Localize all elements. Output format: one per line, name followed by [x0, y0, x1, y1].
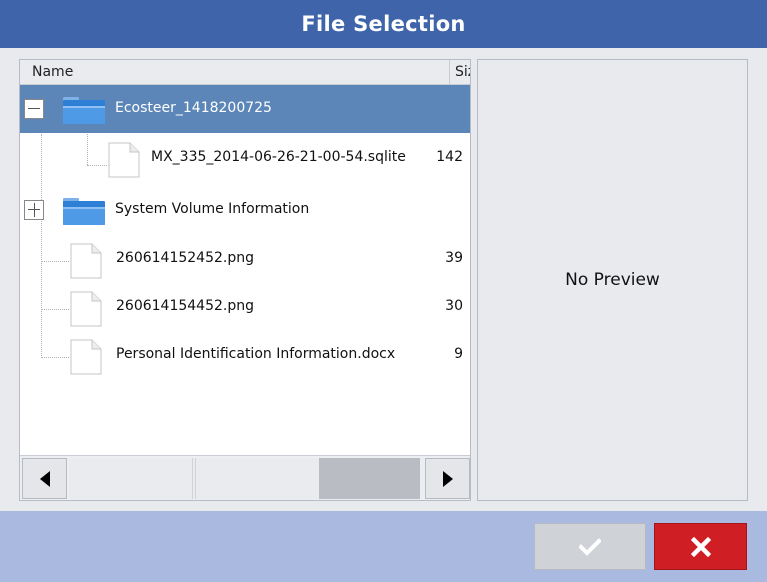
cancel-button[interactable] — [654, 523, 747, 570]
scrollbar-thumb[interactable] — [319, 458, 420, 499]
scrollbar-track[interactable] — [69, 458, 420, 499]
scroll-right-button[interactable] — [425, 458, 470, 499]
file-size: 30 — [445, 298, 463, 314]
file-size: 142 — [436, 149, 463, 165]
file-name: Personal Identification Information.docx — [116, 346, 396, 362]
file-name: 260614154452.png — [116, 298, 254, 314]
column-name-header[interactable]: Name — [32, 64, 73, 80]
tree-row-file[interactable]: Personal Identification Information.docx… — [20, 333, 470, 381]
scrollbar-grip-line — [195, 458, 196, 499]
title-bar: File Selection — [0, 0, 767, 48]
column-header: Name Size — [20, 60, 470, 85]
window-title: File Selection — [301, 12, 466, 36]
scrollbar-grip-line — [192, 458, 193, 499]
tree-row-file[interactable]: 260614152452.png 39 — [20, 237, 470, 285]
file-icon — [108, 142, 140, 178]
file-icon — [70, 339, 102, 375]
tree-row-folder[interactable]: Ecosteer_1418200725 — [20, 85, 470, 133]
expand-icon[interactable] — [24, 200, 44, 220]
horizontal-scrollbar[interactable] — [20, 455, 470, 500]
file-icon — [70, 243, 102, 279]
ok-button[interactable] — [534, 523, 646, 570]
tree-row-file[interactable]: MX_335_2014-06-26-21-00-54.sqlite 142 — [20, 134, 470, 182]
file-name: MX_335_2014-06-26-21-00-54.sqlite — [151, 149, 406, 165]
preview-pane: No Preview — [477, 59, 748, 501]
scroll-left-button[interactable] — [22, 458, 67, 499]
folder-name: Ecosteer_1418200725 — [115, 100, 272, 116]
tree-row-file[interactable]: 260614154452.png 30 — [20, 285, 470, 333]
arrow-left-icon — [40, 471, 50, 487]
arrow-right-icon — [443, 471, 453, 487]
column-divider[interactable] — [449, 60, 450, 84]
file-size: 39 — [445, 250, 463, 266]
folder-icon — [63, 198, 105, 225]
bottom-bar — [0, 511, 767, 582]
folder-name: System Volume Information — [115, 201, 310, 217]
file-icon — [70, 291, 102, 327]
file-name: 260614152452.png — [116, 250, 254, 266]
column-size-header[interactable]: Size — [455, 64, 470, 80]
close-x-icon — [690, 536, 711, 557]
file-tree[interactable]: Name Size Ecosteer_1418200725 MX_335_201… — [19, 59, 471, 501]
file-size: 9 — [454, 346, 463, 362]
checkmark-icon — [579, 537, 601, 556]
folder-open-icon — [63, 97, 105, 124]
tree-row-folder[interactable]: System Volume Information — [20, 186, 470, 234]
preview-text: No Preview — [565, 270, 660, 290]
collapse-icon[interactable] — [24, 99, 44, 119]
